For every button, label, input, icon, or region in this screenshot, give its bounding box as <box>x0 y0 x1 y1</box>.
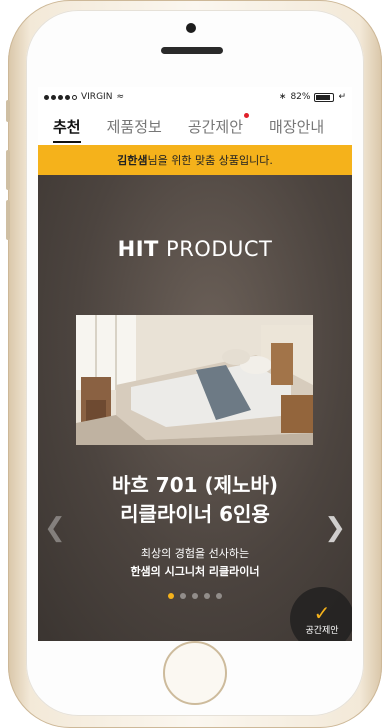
status-bar: VIRGIN ≈ ∗ 82% ↵ <box>38 87 352 107</box>
pager-dot[interactable] <box>204 593 210 599</box>
carousel-title-rest: PRODUCT <box>158 237 273 261</box>
product-image[interactable] <box>76 315 313 445</box>
space-proposal-fab[interactable]: ✓ 공간제안 <box>290 587 352 641</box>
tab-product-info[interactable]: 제품정보 <box>107 116 162 137</box>
product-name-line1: 바흐 701 (제노바) <box>112 473 278 497</box>
notice-text: 님을 위한 맞춤 상품입니다. <box>147 154 273 167</box>
battery-icon <box>314 92 335 102</box>
product-desc-line2: 한샘의 시그니처 리클라이너 <box>130 565 260 578</box>
earpiece-speaker <box>161 47 223 54</box>
tab-space-proposal[interactable]: 공간제안 <box>187 112 250 137</box>
battery-percent: 82% <box>290 92 311 102</box>
product-description: 최상의 경험을 선사하는 한샘의 시그니처 리클라이너 <box>38 545 352 581</box>
pager-dot[interactable] <box>180 593 186 599</box>
home-button[interactable] <box>163 641 227 705</box>
pager-dot[interactable] <box>216 593 222 599</box>
app-screen: VIRGIN ≈ ∗ 82% ↵ 추천 제품정보 공간제안 매장안내 김한샘 님… <box>38 87 352 641</box>
front-camera <box>186 23 196 33</box>
chevron-left-icon[interactable]: ❮ <box>44 515 66 541</box>
user-name: 김한샘 <box>117 154 148 167</box>
pager-dot[interactable] <box>192 593 198 599</box>
tab-space-proposal-label: 공간제안 <box>187 117 244 136</box>
carousel-title: HIT PRODUCT <box>38 237 352 261</box>
volume-down-button <box>6 200 10 240</box>
product-name: 바흐 701 (제노바) 리클라이너 6인용 <box>38 471 352 529</box>
pager-dot[interactable] <box>168 593 174 599</box>
volume-up-button <box>6 150 10 190</box>
product-name-line2: 리클라이너 6인용 <box>120 502 270 526</box>
tab-bar: 추천 제품정보 공간제안 매장안내 <box>38 107 352 145</box>
carousel-title-bold: HIT <box>117 237 159 261</box>
carrier-label: VIRGIN <box>81 92 113 102</box>
mute-switch <box>6 100 10 122</box>
fab-label: 공간제안 <box>305 625 339 636</box>
hit-product-carousel[interactable]: HIT PRODUCT 바흐 701 (제노바) 리클라이너 6인용 최상의 경… <box>38 175 352 641</box>
charging-icon: ↵ <box>338 92 346 102</box>
bedroom-photo <box>76 315 313 445</box>
bluetooth-icon: ∗ <box>278 92 287 102</box>
personalized-notice-banner: 김한샘 님을 위한 맞춤 상품입니다. <box>38 145 352 175</box>
check-icon: ✓ <box>313 600 331 625</box>
wifi-icon: ≈ <box>116 92 124 102</box>
new-badge <box>244 112 250 118</box>
tab-store-info[interactable]: 매장안내 <box>269 116 324 137</box>
signal-icon <box>44 94 77 100</box>
chevron-right-icon[interactable]: ❯ <box>324 515 346 541</box>
product-desc-line1: 최상의 경험을 선사하는 <box>140 547 250 560</box>
tab-recommend[interactable]: 추천 <box>53 116 81 143</box>
